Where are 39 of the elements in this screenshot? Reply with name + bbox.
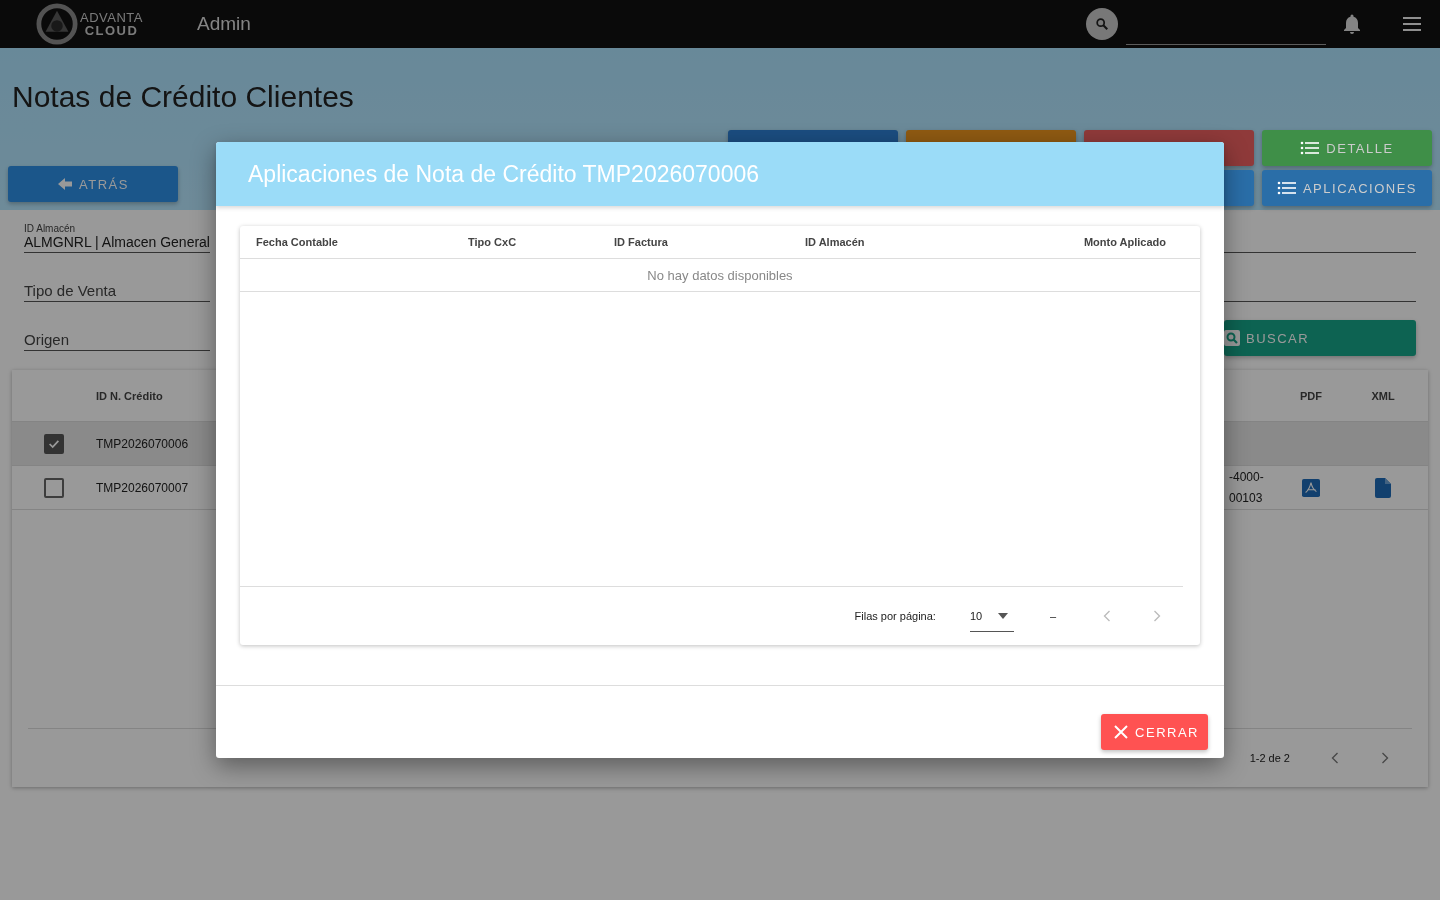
- close-icon: [1113, 724, 1130, 740]
- column-header[interactable]: ID Factura: [614, 236, 805, 248]
- search-icon: [1095, 17, 1109, 31]
- column-header[interactable]: PDF: [1275, 389, 1347, 402]
- list-icon: [1300, 140, 1321, 156]
- pagination-range: 1-2 de 2: [1249, 752, 1290, 764]
- section-title: Admin: [197, 13, 251, 35]
- dialog-title: Aplicaciones de Nota de Crédito TMP2026070006: [248, 160, 760, 188]
- filter-field[interactable]: Tipo de Venta: [24, 261, 210, 302]
- logo-icon: [36, 3, 78, 45]
- column-header[interactable]: Monto Aplicado: [1083, 236, 1166, 248]
- column-header[interactable]: Tipo CxC: [468, 236, 614, 248]
- list-icon: [1276, 180, 1297, 196]
- column-header[interactable]: XML: [1347, 389, 1419, 402]
- pdf-icon[interactable]: [1302, 478, 1320, 497]
- caret-icon: [998, 612, 1009, 619]
- checkbox[interactable]: [44, 433, 64, 454]
- column-header[interactable]: Fecha Contable: [256, 236, 468, 248]
- rows-per-page-label: Filas por página:: [854, 610, 936, 622]
- table-cell-text: TMP2026070006: [96, 436, 190, 451]
- checkbox[interactable]: [44, 477, 64, 498]
- table-cell-text: TMP2026070007: [96, 480, 190, 495]
- search-button[interactable]: [1086, 8, 1118, 40]
- page-title: Notas de Crédito Clientes: [11, 79, 355, 115]
- filter-field[interactable]: ID Almacén ALMGNRL | Almacen General: [24, 212, 210, 253]
- rows-per-page-select[interactable]: 10: [969, 600, 1014, 632]
- empty-message: No hay datos disponibles: [647, 267, 793, 283]
- pagination-range: –: [1049, 610, 1056, 622]
- column-header[interactable]: ID Almacén: [805, 236, 1084, 248]
- close-button[interactable]: CERRAR: [1101, 714, 1208, 750]
- action-button[interactable]: APLICACIONES: [1262, 170, 1432, 206]
- next-page-icon[interactable]: [1380, 751, 1390, 765]
- file-icon[interactable]: [1375, 477, 1391, 498]
- filter-field[interactable]: Origen: [24, 310, 210, 351]
- table-cell-text: -4000- 00103: [1229, 468, 1265, 507]
- previous-page-icon[interactable]: [1330, 751, 1340, 765]
- logo: ADVANTA CLOUD: [36, 3, 143, 45]
- back-button[interactable]: ATRÁS: [8, 166, 178, 202]
- arrow-left-icon: [57, 176, 74, 192]
